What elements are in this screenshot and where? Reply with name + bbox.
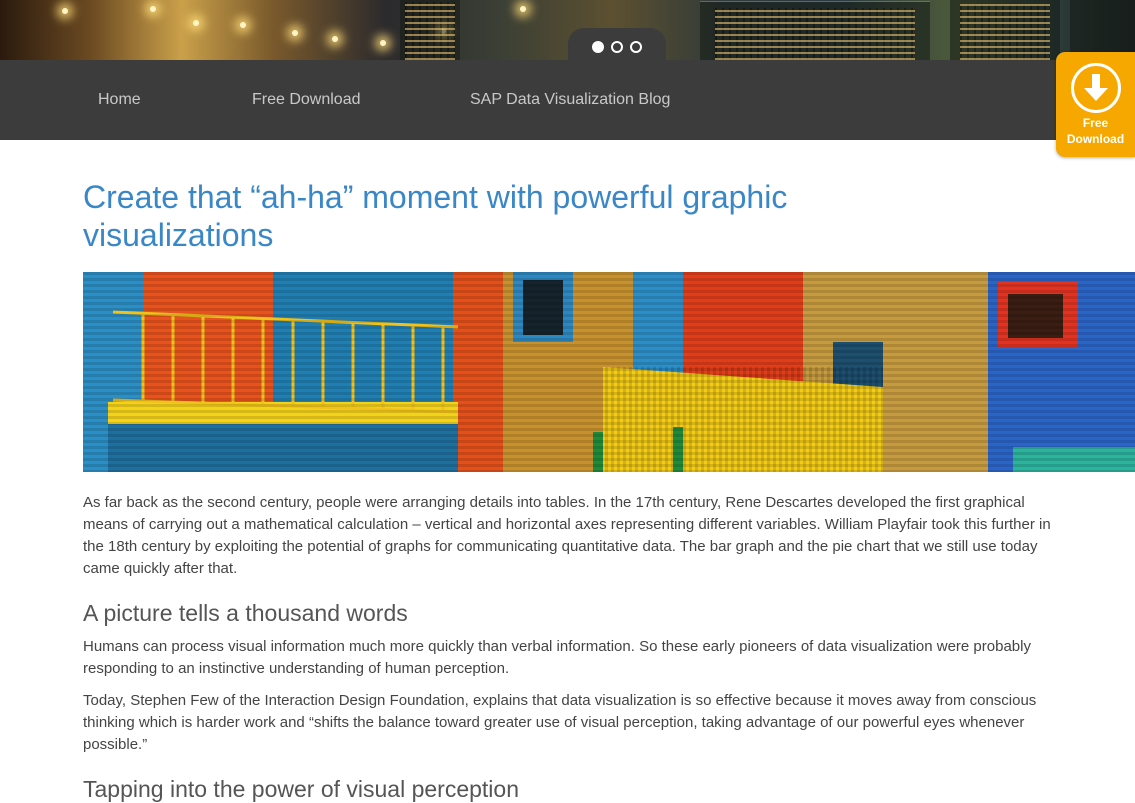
section-heading-visual-perception: Tapping into the power of visual percept… [83, 776, 520, 802]
main-nav: Home Free Download SAP Data Visualizatio… [0, 60, 1135, 140]
carousel-dot-2[interactable] [611, 41, 623, 53]
paragraph-stephen-few: Today, Stephen Few of the Interaction De… [83, 692, 1037, 753]
intro-paragraph: As far back as the second century, peopl… [83, 494, 1051, 577]
nav-link-home[interactable]: Home [98, 91, 141, 109]
free-download-label: Free Download [1066, 116, 1125, 146]
nav-link-sap-blog[interactable]: SAP Data Visualization Blog [470, 91, 670, 109]
page-title: Create that “ah-ha” moment with powerful… [83, 179, 788, 253]
carousel-dot-1[interactable] [592, 41, 604, 53]
free-download-badge[interactable]: Free Download [1056, 52, 1135, 157]
paragraph-visual-processing: Humans can process visual information mu… [83, 638, 1031, 677]
carousel-dot-3[interactable] [630, 41, 642, 53]
colorful-houses-image [83, 272, 1135, 472]
nav-link-free-download[interactable]: Free Download [252, 91, 361, 109]
section-heading-picture: A picture tells a thousand words [83, 600, 408, 626]
carousel-pager [568, 28, 666, 64]
download-arrow-icon [1071, 63, 1121, 113]
